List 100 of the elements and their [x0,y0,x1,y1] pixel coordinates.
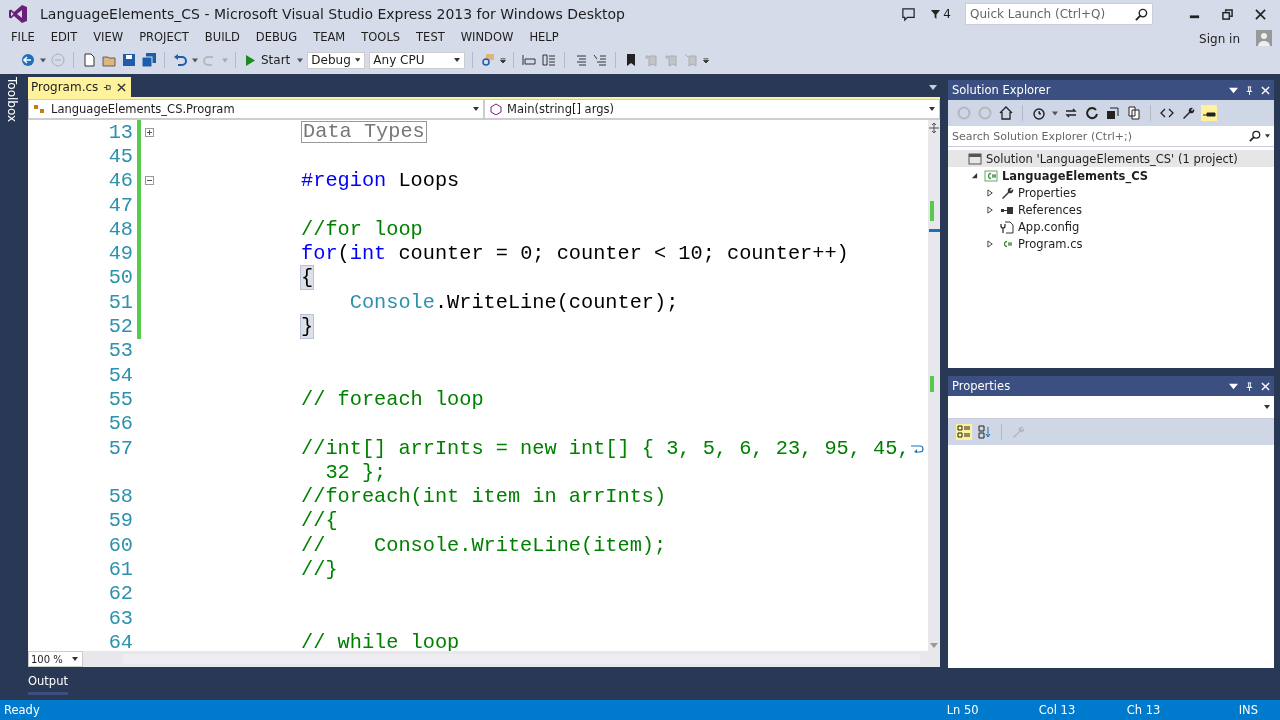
tree-item[interactable]: LanguageElements_CS [964,167,1274,184]
toolbox-tab[interactable]: Toolbox [5,77,19,122]
tree-item[interactable]: App.config [980,218,1274,235]
zoom-dropdown[interactable]: 100 % [28,651,83,667]
code-line: Console.WriteLine(counter); [349,290,679,314]
find-icon[interactable] [480,52,497,68]
expand-icon[interactable] [145,127,154,137]
sign-in-link[interactable]: Sign in [1199,32,1240,46]
line-number: 57 [107,436,133,460]
quick-launch-field[interactable]: Quick Launch (Ctrl+Q) [965,3,1153,25]
collapse-all-icon[interactable] [1105,105,1121,121]
dropdown-caret-icon[interactable] [297,57,304,63]
overflow-icon[interactable] [500,57,507,63]
collapsed-region[interactable]: Data Types [301,121,427,144]
line-number: 55 [107,387,133,411]
restore-icon[interactable] [1222,8,1233,20]
code-line: #region Loops [301,169,460,193]
menu-item[interactable]: TEAM [305,30,354,44]
dropdown-caret-icon[interactable] [1229,85,1238,95]
word-wrap-icon [909,443,924,453]
start-button[interactable]: Start [243,52,294,68]
new-project-icon[interactable] [81,52,97,68]
menu-item[interactable]: TOOLS [353,30,409,44]
pin-icon[interactable] [1245,85,1254,95]
menu-item[interactable]: DEBUG [247,30,306,44]
dropdown-caret-icon[interactable] [1229,381,1238,391]
collapsed-arrow-icon[interactable] [986,188,994,197]
show-all-files-icon[interactable] [1126,105,1142,121]
line-number: 54 [107,363,133,387]
panel-title: Solution Explorer [952,83,1052,97]
document-tab[interactable]: Program.cs [28,77,132,97]
refresh-icon[interactable] [1084,105,1100,121]
dropdown-caret-icon [1264,405,1270,409]
member-dropdown[interactable]: Main(string[] args) [484,99,940,119]
panel-title: Properties [952,379,1012,393]
menu-item[interactable]: PROJECT [131,30,197,44]
tree-item[interactable]: Properties [980,184,1274,201]
configuration-dropdown[interactable]: Debug [307,51,366,69]
pin-icon[interactable] [1245,381,1254,391]
sort-alphabetical-icon[interactable] [977,424,993,440]
platform-dropdown[interactable]: Any CPU [369,51,466,69]
dropdown-caret-icon[interactable] [1265,134,1270,138]
line-number: 61 [107,558,133,581]
line-number: 48 [107,217,133,241]
dropdown-caret-icon [473,107,479,111]
filter-icon [930,8,942,20]
tree-item[interactable]: Program.cs [980,235,1274,252]
uncomment-icon[interactable] [592,52,609,68]
type-dropdown[interactable]: LanguageElements_CS.Program [28,99,484,119]
dropdown-caret-icon [454,58,461,62]
feedback-icon[interactable] [901,6,917,22]
csharp-file-icon [984,168,998,183]
close-icon[interactable] [1255,8,1266,20]
menu-item[interactable]: FILE [3,30,43,44]
dropdown-caret-icon[interactable] [192,57,198,63]
tree-item[interactable]: References [980,201,1274,218]
menu-item[interactable]: WINDOW [452,30,522,44]
collapse-icon[interactable] [145,176,154,186]
code-line: 32 }; [325,460,387,484]
menu-item[interactable]: BUILD [196,30,248,44]
overflow-icon[interactable] [703,57,710,63]
collapsed-arrow-icon[interactable] [986,239,994,248]
output-tab[interactable]: Output [28,674,68,695]
save-all-icon[interactable] [141,52,157,68]
indent-icon[interactable] [521,52,538,68]
dropdown-caret-icon[interactable] [929,85,937,90]
config-file-icon [1000,219,1014,234]
back-icon[interactable] [20,52,36,68]
menu-item[interactable]: TEST [408,30,453,44]
expanded-arrow-icon[interactable] [970,172,978,179]
notifications-button[interactable]: 4 [930,7,951,21]
vertical-scrollbar[interactable] [927,120,940,651]
undo-icon[interactable] [172,52,188,68]
search-icon [1135,7,1148,21]
code-line: // Console.WriteLine(item); [301,533,667,557]
outdent-icon[interactable] [541,52,558,68]
categorized-icon[interactable] [956,424,972,440]
pin-icon[interactable] [103,82,113,92]
home-icon[interactable] [998,105,1014,121]
line-number: 60 [107,533,133,557]
menu-item[interactable]: HELP [521,30,567,44]
split-icon[interactable] [928,123,939,133]
method-icon [489,103,503,115]
line-indicator: Ln 50 [946,703,980,717]
dropdown-caret-icon[interactable] [40,57,46,63]
collapsed-arrow-icon[interactable] [986,205,994,214]
preview-icon[interactable] [1201,105,1217,121]
code-line: for(int counter = 0; counter < 10; counter++) [301,242,849,266]
history-icon[interactable] [1031,105,1047,121]
line-number: 51 [107,290,133,314]
code-line: //for loop [301,217,423,241]
tree-item[interactable]: Solution 'LanguageElements_CS' (1 project) [948,150,1274,167]
line-number: 56 [107,412,133,436]
wrench-icon [1000,185,1014,200]
menu-item[interactable]: EDIT [42,30,86,44]
code-line: //{ [301,509,338,533]
dropdown-caret-icon [72,657,78,661]
menu-item[interactable]: VIEW [85,30,132,44]
save-icon[interactable] [121,52,137,68]
close-icon[interactable] [117,82,127,92]
